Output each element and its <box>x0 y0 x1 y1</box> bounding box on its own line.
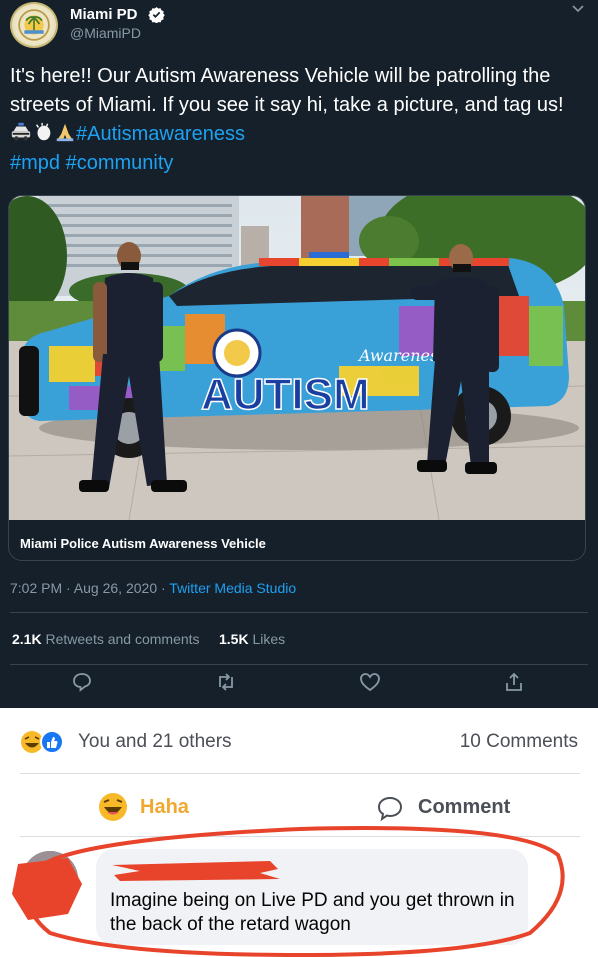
media-caption: Miami Police Autism Awareness Vehicle <box>20 536 266 551</box>
author-handle[interactable]: @MiamiPD <box>70 25 141 41</box>
retweets-count[interactable]: 2.1K <box>12 631 42 647</box>
tweet-body: It's here!! Our Autism Awareness Vehicle… <box>10 65 564 116</box>
comments-count[interactable]: 10 Comments <box>460 731 578 753</box>
retweets-label[interactable]: Retweets and comments <box>45 631 199 647</box>
clapping-hands-emoji-icon <box>35 122 51 141</box>
tweet-divider <box>10 612 588 613</box>
fb-divider <box>20 773 580 774</box>
comment-icon <box>377 796 403 822</box>
miami-seal-avatar[interactable] <box>10 2 58 48</box>
autism-awareness-vehicle-photo[interactable]: AUTISM Awareness <box>9 196 586 520</box>
reactions-summary[interactable]: You and 21 others 10 Comments <box>20 728 580 758</box>
reply-icon <box>73 673 91 692</box>
likes-count[interactable]: 1.5K <box>219 631 249 647</box>
avatar-redaction-scribble <box>12 858 82 920</box>
share-icon <box>506 672 522 691</box>
tweet-divider <box>10 664 588 665</box>
comment-button[interactable]: Comment <box>376 790 536 822</box>
share-button[interactable] <box>502 670 526 694</box>
tweet-card: Miami PD @MiamiPD It's here!! Our Autism… <box>0 0 598 708</box>
vehicle-autism-lettering: AUTISM <box>201 370 370 419</box>
tweet-media[interactable]: AUTISM Awareness Miami Police Autism Awa… <box>8 195 586 561</box>
police-car-emoji-icon <box>11 122 31 141</box>
verified-badge-icon <box>148 7 165 23</box>
author-name[interactable]: Miami PD <box>70 6 138 23</box>
retweet-icon <box>219 673 233 691</box>
likes-label[interactable]: Likes <box>252 631 285 647</box>
tweet-actions <box>0 670 598 706</box>
tweet-time[interactable]: 7:02 PM · Aug 26, 2020 · <box>10 580 166 596</box>
fb-divider <box>20 836 580 837</box>
reaction-icons <box>21 730 64 754</box>
haha-label: Haha <box>140 796 189 818</box>
haha-emoji-icon <box>99 793 127 821</box>
tweet-stats: 2.1K Retweets and comments 1.5K Likes <box>12 631 285 647</box>
tweet-source-link[interactable]: Twitter Media Studio <box>169 580 296 596</box>
commenter-name-redaction <box>112 861 280 881</box>
chevron-down-icon[interactable] <box>570 2 586 16</box>
folded-hands-emoji-icon <box>56 123 74 142</box>
fb-action-bar: Haha Comment <box>0 786 598 826</box>
comment-label: Comment <box>418 796 511 818</box>
reply-button[interactable] <box>70 670 94 694</box>
tweet-timestamp: 7:02 PM · Aug 26, 2020 · Twitter Media S… <box>10 580 296 596</box>
reactions-text[interactable]: You and 21 others <box>78 731 232 753</box>
heart-icon <box>360 673 380 692</box>
comment-bubble[interactable]: Imagine being on Live PD and you get thr… <box>96 849 528 945</box>
hashtag-autismawareness[interactable]: #Autismawareness <box>76 123 245 145</box>
comment-item: Imagine being on Live PD and you get thr… <box>0 845 598 955</box>
tweet-text: It's here!! Our Autism Awareness Vehicle… <box>10 62 585 178</box>
hashtag-community[interactable]: #community <box>66 152 174 174</box>
like-button[interactable] <box>358 670 382 694</box>
retweet-button[interactable] <box>214 670 238 694</box>
vehicle-awareness-script: Awareness <box>357 346 446 365</box>
hashtag-mpd[interactable]: #mpd <box>10 152 60 174</box>
tweet-header: Miami PD @MiamiPD <box>10 2 590 48</box>
comment-text: Imagine being on Live PD and you get thr… <box>110 890 515 935</box>
